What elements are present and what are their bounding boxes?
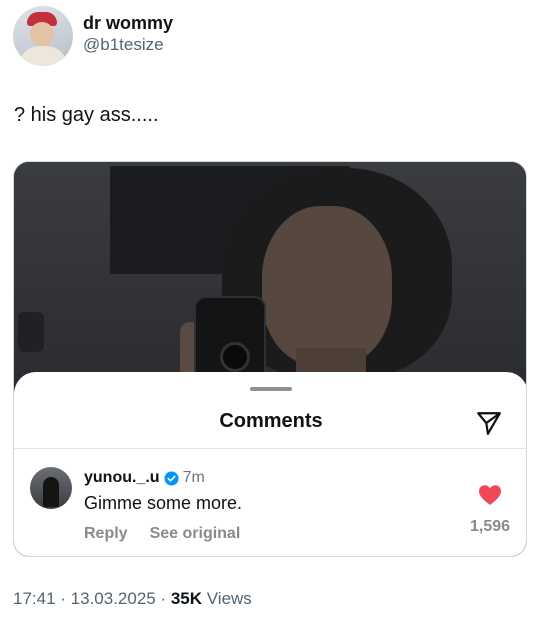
commenter-avatar (30, 467, 72, 509)
tweet-media[interactable]: Comments yunou._.u 7m Gimme some more. R… (13, 161, 527, 557)
comment-actions: Reply See original (84, 525, 240, 543)
author-handle[interactable]: @b1tesize (83, 34, 173, 56)
comment-like-count: 1,596 (469, 518, 511, 535)
sheet-title: Comments (219, 410, 323, 432)
author-avatar[interactable] (13, 6, 73, 66)
tweet-header: dr wommy @b1tesize (13, 6, 173, 66)
verified-badge-icon (164, 470, 179, 486)
embedded-photo (14, 162, 526, 408)
comment-time: 7m (182, 469, 205, 486)
author-display-name[interactable]: dr wommy (83, 12, 173, 34)
comments-sheet: Comments yunou._.u 7m Gimme some more. R… (14, 372, 526, 556)
heart-icon (479, 485, 501, 505)
see-original-label: See original (149, 525, 241, 542)
tweet-timestamp[interactable]: 17:41 · 13.03.2025 · (13, 589, 171, 608)
sheet-grabber (250, 387, 292, 391)
paper-plane-icon (477, 412, 501, 435)
tweet-metadata: 17:41 · 13.03.2025 · 35K Views (13, 589, 252, 609)
author-names: dr wommy @b1tesize (83, 12, 173, 56)
views-label: Views (202, 589, 252, 608)
tweet-text: ? his gay ass..... (14, 104, 159, 126)
views-count: 35K (170, 589, 203, 608)
reply-label: Reply (84, 525, 128, 542)
comment-header: yunou._.u 7m (84, 469, 205, 487)
commenter-username: yunou._.u (84, 469, 160, 486)
comment-text: Gimme some more. (84, 493, 243, 513)
sheet-divider (14, 448, 526, 449)
